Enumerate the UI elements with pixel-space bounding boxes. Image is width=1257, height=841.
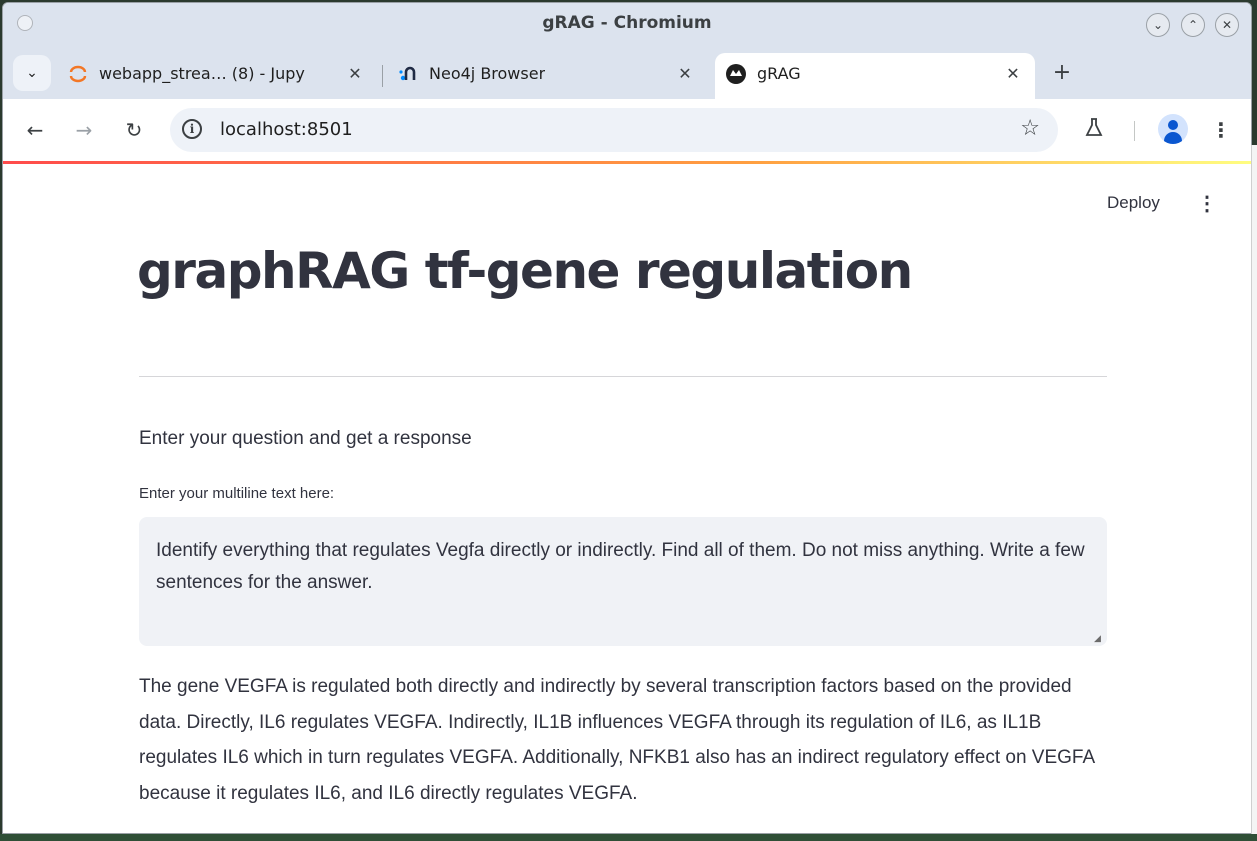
- title-bar: gRAG - Chromium ⌄ ⌃ ✕: [3, 3, 1251, 45]
- question-textarea[interactable]: Identify everything that regulates Vegfa…: [139, 517, 1107, 646]
- url-text[interactable]: localhost:8501: [220, 119, 353, 140]
- forward-icon[interactable]: →: [70, 116, 98, 144]
- browser-toolbar: ← → ↻ i localhost:8501 ☆ ⋮: [3, 99, 1251, 161]
- site-info-icon[interactable]: i: [182, 119, 202, 139]
- desktop-background: [0, 834, 1257, 841]
- tab-neo4j[interactable]: Neo4j Browser ✕: [387, 53, 705, 99]
- subheader: Enter your question and get a response: [139, 428, 472, 449]
- resize-handle-icon[interactable]: ◢: [1094, 633, 1104, 643]
- profile-avatar-icon[interactable]: [1158, 114, 1188, 144]
- tab-label: Neo4j Browser: [429, 64, 546, 83]
- toolbar-separator: [1134, 121, 1135, 141]
- jupyter-icon: [67, 63, 89, 85]
- tab-label: webapp_strea… (8) - Jupy: [99, 64, 305, 83]
- streamlit-icon: [725, 63, 747, 85]
- labs-flask-icon[interactable]: [1083, 116, 1105, 143]
- tab-search-icon[interactable]: ⌄: [13, 55, 51, 91]
- bookmark-star-icon[interactable]: ☆: [1020, 116, 1040, 141]
- close-tab-icon[interactable]: ✕: [1001, 62, 1025, 86]
- tab-grag[interactable]: gRAG ✕: [715, 53, 1035, 99]
- close-window-icon[interactable]: ✕: [1215, 13, 1239, 37]
- browser-window: gRAG - Chromium ⌄ ⌃ ✕ ⌄ webapp_strea… (8…: [2, 2, 1252, 834]
- streamlit-app: Deploy ⋮ graphRAG tf-gene regulation Ent…: [3, 164, 1251, 833]
- app-menu-icon[interactable]: ⋮: [1197, 192, 1217, 216]
- neo4j-icon: [397, 63, 419, 85]
- back-icon[interactable]: ←: [21, 116, 49, 144]
- reload-icon[interactable]: ↻: [120, 116, 148, 144]
- new-tab-icon[interactable]: +: [1048, 59, 1076, 87]
- tab-label: gRAG: [757, 64, 801, 83]
- deploy-button[interactable]: Deploy: [1107, 193, 1160, 213]
- tab-jupyter[interactable]: webapp_strea… (8) - Jupy ✕: [57, 53, 375, 99]
- maximize-icon[interactable]: ⌃: [1181, 13, 1205, 37]
- background-window: [1251, 145, 1257, 835]
- window-title: gRAG - Chromium: [542, 13, 712, 33]
- close-tab-icon[interactable]: ✕: [673, 62, 697, 86]
- tab-separator: [382, 65, 383, 87]
- divider: [139, 376, 1107, 377]
- tab-strip: ⌄ webapp_strea… (8) - Jupy ✕ Neo4j Brows: [3, 45, 1251, 99]
- response-text: The gene VEGFA is regulated both directl…: [139, 676, 1095, 804]
- browser-menu-icon[interactable]: ⋮: [1211, 116, 1231, 144]
- page-title: graphRAG tf-gene regulation: [137, 242, 913, 300]
- input-label: Enter your multiline text here:: [139, 485, 335, 502]
- address-bar[interactable]: i localhost:8501 ☆: [170, 108, 1058, 152]
- close-tab-icon[interactable]: ✕: [343, 62, 367, 86]
- minimize-icon[interactable]: ⌄: [1146, 13, 1170, 37]
